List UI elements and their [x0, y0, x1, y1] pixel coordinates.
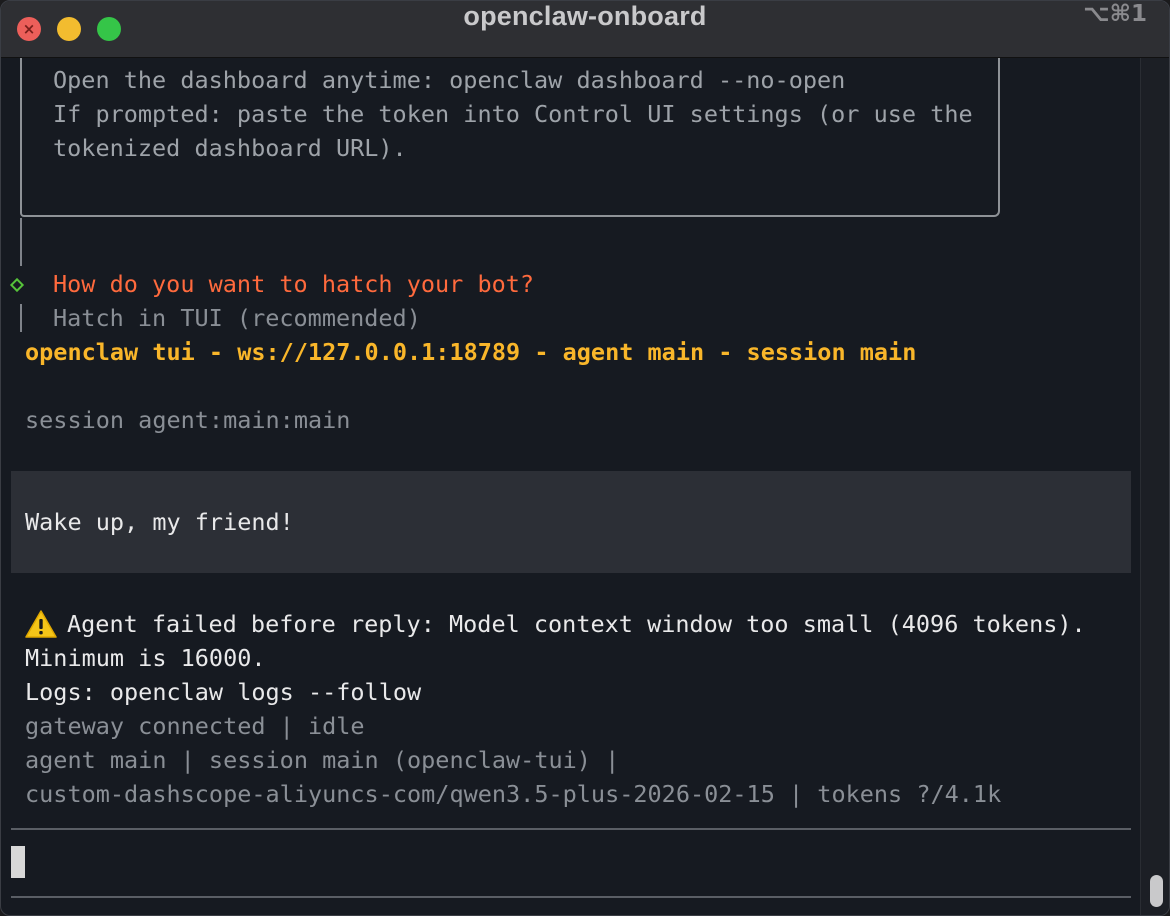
session-line: session agent:main:main	[25, 406, 351, 434]
tui-header: openclaw tui - ws://127.0.0.1:18789 - ag…	[25, 338, 917, 366]
text-cursor[interactable]	[11, 846, 25, 878]
flow-connector	[20, 218, 22, 266]
diamond-marker-icon	[9, 277, 25, 293]
window-title: openclaw-onboard	[463, 1, 707, 31]
box-line-3: tokenized dashboard URL).	[53, 134, 407, 162]
title-bar[interactable]: × openclaw-onboard ⌥⌘1	[1, 1, 1169, 58]
terminal-content[interactable]: Open the dashboard anytime: openclaw das…	[1, 58, 1139, 915]
window-shortcut: ⌥⌘1	[1083, 1, 1147, 27]
logs-line: Logs: openclaw logs --follow	[25, 678, 422, 706]
input-divider-bottom	[11, 896, 1131, 898]
user-message: Wake up, my friend!	[25, 508, 294, 536]
input-divider-top	[11, 828, 1131, 830]
scrollbar[interactable]	[1140, 58, 1169, 915]
status-agent: agent main | session main (openclaw-tui)…	[25, 746, 620, 774]
box-line-1: Open the dashboard anytime: openclaw das…	[53, 66, 846, 94]
terminal-window: × openclaw-onboard ⌥⌘1 Open the dashboar…	[0, 0, 1170, 916]
warning-icon	[25, 610, 57, 638]
prompt-answer: Hatch in TUI (recommended)	[53, 304, 421, 332]
scrollbar-thumb[interactable]	[1150, 875, 1163, 907]
answer-connector	[20, 304, 22, 332]
error-message: Agent failed before reply: Model context…	[67, 610, 1086, 638]
prompt-question: How do you want to hatch your bot?	[53, 270, 535, 298]
status-gateway: gateway connected | idle	[25, 712, 365, 740]
error-minimum: Minimum is 16000.	[25, 644, 266, 672]
status-model: custom-dashscope-aliyuncs-com/qwen3.5-pl…	[25, 780, 1002, 808]
box-line-2: If prompted: paste the token into Contro…	[53, 100, 973, 128]
